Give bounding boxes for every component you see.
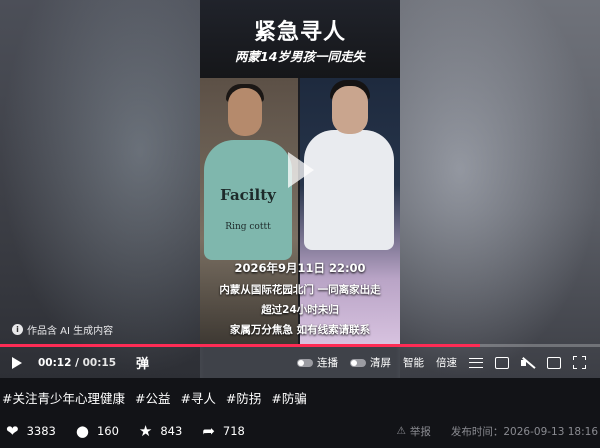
missing-info: 2026年9月11日 22:00 内蒙从国际花园北门 一同离家出走 超过24小时… bbox=[200, 260, 400, 337]
video-player[interactable]: 紧急寻人 两蒙14岁男孩一同走失 Facilty Ring cottt 2026… bbox=[0, 0, 600, 378]
play-icon[interactable] bbox=[12, 356, 22, 369]
autoplay-toggle[interactable]: 连播 bbox=[297, 355, 338, 370]
clearscreen-toggle[interactable]: 清屏 bbox=[350, 355, 391, 370]
video-subtitle: 两蒙14岁男孩一同走失 bbox=[235, 49, 365, 64]
warning-icon: ⚠ bbox=[396, 425, 406, 437]
pip-icon[interactable] bbox=[495, 356, 509, 369]
like-button[interactable]: ❤ 3383 bbox=[6, 422, 56, 440]
report-button[interactable]: ⚠ 举报 bbox=[396, 424, 430, 439]
info-icon: i bbox=[12, 324, 23, 335]
info-duration: 超过24小时未归 bbox=[261, 304, 339, 316]
like-count: 3383 bbox=[26, 424, 56, 438]
favorite-button[interactable]: ★ 843 bbox=[139, 422, 182, 440]
report-label: 举报 bbox=[409, 425, 431, 438]
head-left bbox=[228, 88, 262, 136]
info-datetime: 2026年9月11日 22:00 bbox=[234, 261, 366, 275]
danmaku-button[interactable]: 弹 bbox=[136, 353, 149, 372]
right-controls: 连播 清屏 智能 倍速 bbox=[297, 355, 586, 370]
mute-icon[interactable] bbox=[521, 357, 535, 369]
shirt-right bbox=[304, 130, 394, 250]
fullscreen-icon[interactable] bbox=[573, 356, 586, 369]
ai-content-note: i 作品含 AI 生成内容 bbox=[12, 322, 113, 337]
publish-label: 发布时间： bbox=[450, 425, 504, 438]
star-icon: ★ bbox=[138, 422, 153, 440]
share-count: 718 bbox=[222, 424, 245, 438]
ai-note-text: 作品含 AI 生成内容 bbox=[27, 326, 114, 337]
web-fullscreen-icon[interactable] bbox=[547, 356, 561, 369]
action-bar: ❤ 3383 ● 160 ★ 843 ➦ 718 ⚠ 举报 发布时间：2026-… bbox=[0, 414, 600, 448]
publish-time: 发布时间：2026-09-13 18:16 bbox=[451, 424, 598, 439]
playlist-icon[interactable] bbox=[469, 357, 483, 368]
share-icon: ➦ bbox=[202, 422, 215, 440]
video-frame[interactable]: 紧急寻人 两蒙14岁男孩一同走失 Facilty Ring cottt 2026… bbox=[200, 0, 400, 346]
toggle-switch-icon bbox=[297, 358, 313, 367]
publish-timestamp: 2026-09-13 18:16 bbox=[503, 425, 598, 438]
info-location: 内蒙从国际花园北门 一同离家出走 bbox=[219, 284, 381, 296]
head-right bbox=[332, 86, 368, 134]
shirt-print-sub: Ring cottt bbox=[225, 222, 271, 232]
shirt-print-main: Facilty bbox=[220, 186, 276, 204]
play-overlay-icon[interactable] bbox=[288, 152, 314, 188]
blurred-backdrop-right bbox=[400, 0, 600, 378]
time-display: 00:12 / 00:15 bbox=[38, 357, 116, 369]
comment-icon: ● bbox=[75, 422, 89, 440]
clearscreen-label: 清屏 bbox=[370, 357, 391, 369]
speed-button[interactable]: 倍速 bbox=[436, 355, 457, 370]
comment-button[interactable]: ● 160 bbox=[76, 422, 119, 440]
time-separator: / bbox=[71, 356, 83, 369]
video-post: 紧急寻人 两蒙14岁男孩一同走失 Facilty Ring cottt 2026… bbox=[0, 0, 600, 448]
video-title: 紧急寻人 bbox=[253, 20, 346, 45]
hashtag-link[interactable]: #防骗 bbox=[271, 391, 306, 406]
comment-count: 160 bbox=[96, 424, 119, 438]
smart-button[interactable]: 智能 bbox=[403, 355, 424, 370]
video-description: #关注青少年心理健康 #公益 #寻人 #防拐 #防骗 bbox=[0, 378, 600, 414]
favorite-count: 843 bbox=[160, 424, 183, 438]
hashtag-link[interactable]: #防拐 bbox=[226, 391, 261, 406]
autoplay-label: 连播 bbox=[317, 357, 338, 369]
hashtag-link[interactable]: #寻人 bbox=[180, 391, 215, 406]
hashtag-link[interactable]: #公益 bbox=[135, 391, 170, 406]
total-time: 00:15 bbox=[82, 356, 117, 369]
info-appeal: 家属万分焦急 如有线索请联系 bbox=[229, 324, 371, 336]
player-controls: 00:12 / 00:15 弹 连播 清屏 智能 倍速 bbox=[0, 347, 600, 378]
toggle-switch-icon bbox=[350, 358, 366, 367]
heart-icon: ❤ bbox=[6, 422, 19, 440]
hashtag-link[interactable]: #关注青少年心理健康 bbox=[2, 391, 125, 406]
current-time: 00:12 bbox=[38, 356, 72, 369]
share-button[interactable]: ➦ 718 bbox=[202, 422, 245, 440]
